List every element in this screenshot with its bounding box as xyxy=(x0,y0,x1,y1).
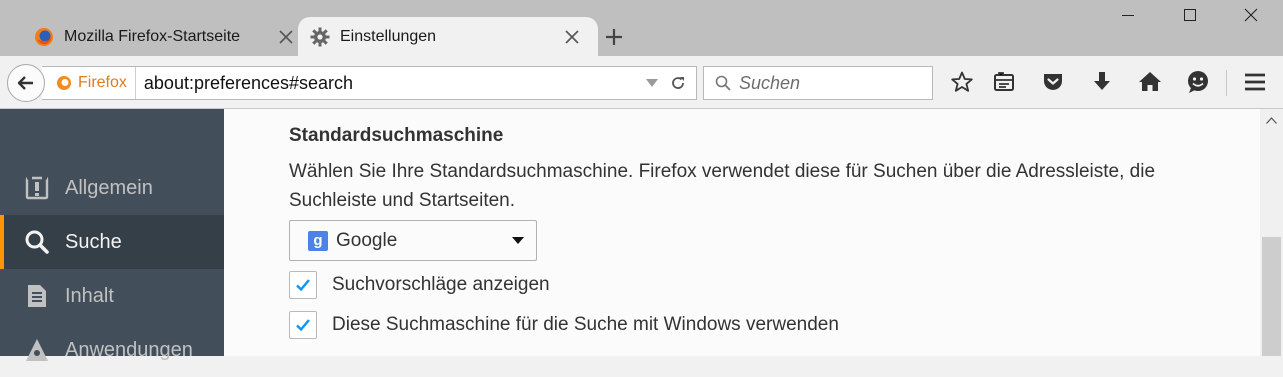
sidebar-item-allgemein[interactable]: Allgemein xyxy=(0,161,224,215)
window-close-icon[interactable] xyxy=(1243,7,1259,23)
search-icon xyxy=(25,230,49,254)
scroll-up-icon[interactable] xyxy=(1266,117,1277,124)
sidebar-item-label: Inhalt xyxy=(65,284,114,307)
preferences-content: Standardsuchmaschine Wählen Sie Ihre Sta… xyxy=(224,109,1260,356)
checkmark-icon xyxy=(296,319,310,332)
general-icon xyxy=(25,176,49,200)
hamburger-menu-icon[interactable] xyxy=(1243,70,1267,94)
windows-search-checkbox[interactable] xyxy=(289,311,317,339)
search-suggestions-option: Suchvorschläge anzeigen xyxy=(289,270,550,300)
section-heading: Standardsuchmaschine xyxy=(289,125,504,146)
tab-title: Einstellungen xyxy=(340,27,437,45)
pocket-icon[interactable] xyxy=(1041,70,1065,94)
scrollbar-thumb[interactable] xyxy=(1262,237,1281,356)
bookmarks-menu-icon[interactable] xyxy=(992,70,1016,94)
checkmark-icon xyxy=(296,279,310,292)
applications-icon xyxy=(26,339,48,361)
minimize-icon[interactable] xyxy=(1120,7,1136,23)
sidebar-item-inhalt[interactable]: Inhalt xyxy=(0,269,224,323)
tab-firefox-start[interactable]: Mozilla Firefox-Startseite xyxy=(22,17,312,56)
sidebar-item-label: Suche xyxy=(65,230,122,253)
close-tab-icon[interactable] xyxy=(564,29,580,45)
toolbar-separator xyxy=(1226,70,1227,96)
url-bar[interactable]: Firefox about:preferences#search xyxy=(42,66,697,100)
chevron-down-icon xyxy=(512,236,524,244)
content-scrollbar[interactable] xyxy=(1260,109,1283,356)
url-text[interactable]: about:preferences#search xyxy=(144,73,646,94)
content-icon xyxy=(28,285,46,307)
section-description: Wählen Sie Ihre Standardsuchmaschine. Fi… xyxy=(289,161,1156,211)
sidebar-item-anwendungen[interactable]: Anwendungen xyxy=(0,323,224,377)
bookmark-star-icon[interactable] xyxy=(950,70,974,94)
identity-label: Firefox xyxy=(78,74,127,91)
reload-icon[interactable] xyxy=(670,75,686,91)
checkbox-label[interactable]: Suchvorschläge anzeigen xyxy=(332,274,550,296)
close-tab-icon[interactable] xyxy=(278,29,294,45)
maximize-icon[interactable] xyxy=(1182,7,1198,23)
tab-strip: Mozilla Firefox-Startseite Einstellungen xyxy=(0,0,1283,56)
back-button[interactable] xyxy=(7,64,45,102)
history-dropdown-icon[interactable] xyxy=(646,79,658,87)
search-input[interactable] xyxy=(739,72,919,94)
site-identity[interactable]: Firefox xyxy=(42,67,136,99)
gear-icon xyxy=(310,27,330,46)
windows-search-option: Diese Suchmaschine für die Suche mit Win… xyxy=(289,310,839,340)
search-bar[interactable] xyxy=(703,66,933,100)
engine-label: Google xyxy=(336,229,398,251)
sidebar-item-label: Anwendungen xyxy=(65,338,193,361)
back-arrow-icon xyxy=(17,76,33,90)
firefox-identity-icon xyxy=(57,76,71,90)
sidebar-item-suche[interactable]: Suche xyxy=(0,215,224,269)
new-tab-button[interactable] xyxy=(603,26,625,48)
downloads-icon[interactable] xyxy=(1090,70,1114,94)
google-logo-icon: g xyxy=(308,230,328,251)
default-engine-select[interactable]: g Google xyxy=(289,220,537,261)
sidebar-item-label: Allgemein xyxy=(65,176,153,199)
tab-einstellungen[interactable]: Einstellungen xyxy=(298,17,598,56)
magnifier-icon xyxy=(715,75,731,91)
navigation-bar: Firefox about:preferences#search xyxy=(0,56,1283,109)
checkbox-label[interactable]: Diese Suchmaschine für die Suche mit Win… xyxy=(332,314,839,336)
search-suggestions-checkbox[interactable] xyxy=(289,271,317,299)
hello-icon[interactable] xyxy=(1186,70,1210,94)
firefox-icon xyxy=(35,27,53,46)
preferences-sidebar: Allgemein Suche Inhalt Anwendungen xyxy=(0,109,224,361)
home-icon[interactable] xyxy=(1138,70,1162,94)
tab-title: Mozilla Firefox-Startseite xyxy=(64,27,241,45)
